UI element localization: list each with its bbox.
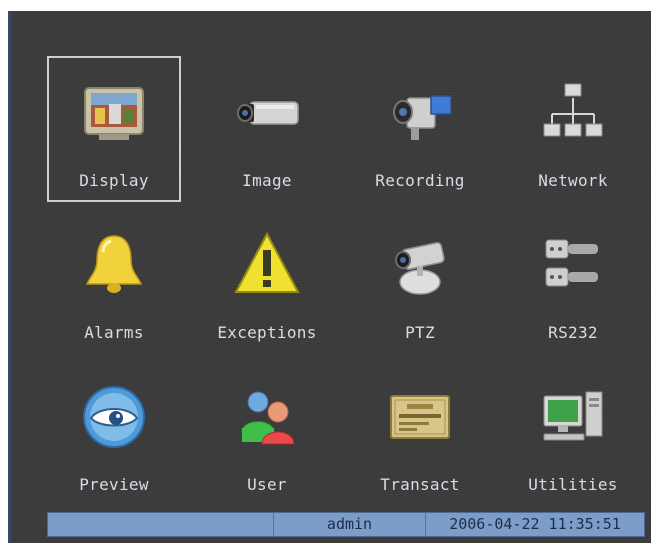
menu-item-label: Network — [538, 171, 608, 190]
menu-item-image[interactable]: Image — [202, 58, 332, 200]
menu-item-exceptions[interactable]: Exceptions — [202, 210, 332, 352]
monitor-icon — [84, 87, 144, 140]
status-bar-left — [48, 513, 274, 536]
menu-item-network[interactable]: Network — [508, 58, 638, 200]
computer-icon — [543, 391, 603, 441]
menu-item-label: User — [247, 475, 287, 494]
logged-in-user: admin — [274, 513, 426, 536]
menu-item-alarms[interactable]: Alarms — [49, 210, 179, 352]
menu-item-display[interactable]: Display — [47, 56, 181, 202]
menu-item-ptz[interactable]: PTZ — [355, 210, 485, 352]
menu-item-label: Alarms — [84, 323, 144, 342]
menu-item-label: PTZ — [405, 323, 435, 342]
menu-item-user[interactable]: User — [202, 362, 332, 504]
menu-item-transact[interactable]: Transact — [355, 362, 485, 504]
menu-item-preview[interactable]: Preview — [49, 362, 179, 504]
dvr-main-menu-screen: Display Image Recording Network Alarms E… — [8, 11, 651, 543]
menu-item-label: Image — [242, 171, 292, 190]
eye-icon — [83, 386, 145, 448]
menu-item-rs232[interactable]: RS232 — [508, 210, 638, 352]
menu-item-recording[interactable]: Recording — [355, 58, 485, 200]
status-bar: admin 2006-04-22 11:35:51 — [47, 512, 645, 537]
menu-item-label: Utilities — [528, 475, 618, 494]
network-icon — [543, 83, 603, 137]
menu-item-label: Preview — [79, 475, 149, 494]
serial-connector-icon — [545, 239, 598, 287]
camera-icon — [237, 101, 299, 125]
menu-item-label: Transact — [380, 475, 460, 494]
card-icon — [390, 395, 450, 439]
ptz-camera-icon — [395, 242, 445, 295]
menu-item-label: Display — [79, 171, 149, 190]
menu-item-label: Recording — [375, 171, 465, 190]
users-icon — [241, 391, 295, 445]
bell-icon — [85, 235, 143, 293]
system-datetime: 2006-04-22 11:35:51 — [449, 515, 621, 533]
menu-item-utilities[interactable]: Utilities — [508, 362, 638, 504]
menu-item-label: RS232 — [548, 323, 598, 342]
menu-item-label: Exceptions — [217, 323, 317, 342]
warning-icon — [234, 231, 300, 293]
camcorder-icon — [393, 95, 452, 140]
